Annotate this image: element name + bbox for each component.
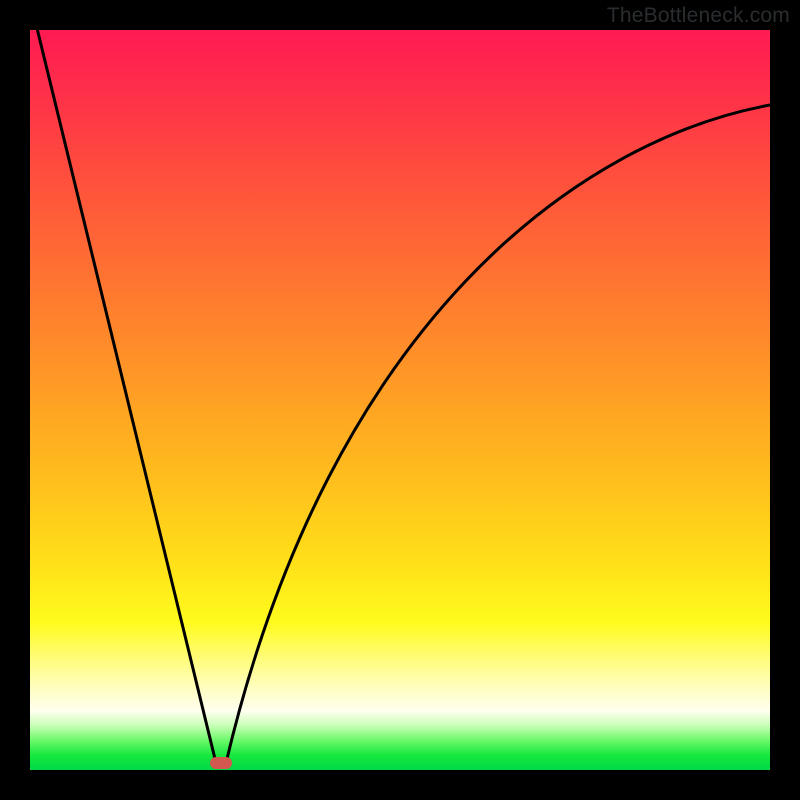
curve-left-arm — [35, 30, 216, 763]
curve-vertex-marker — [210, 757, 232, 769]
watermark-text: TheBottleneck.com — [607, 4, 790, 28]
chart-plot-area — [30, 30, 770, 770]
curve-right-arm — [226, 105, 770, 763]
chart-curves — [30, 30, 770, 770]
chart-frame: TheBottleneck.com — [0, 0, 800, 800]
